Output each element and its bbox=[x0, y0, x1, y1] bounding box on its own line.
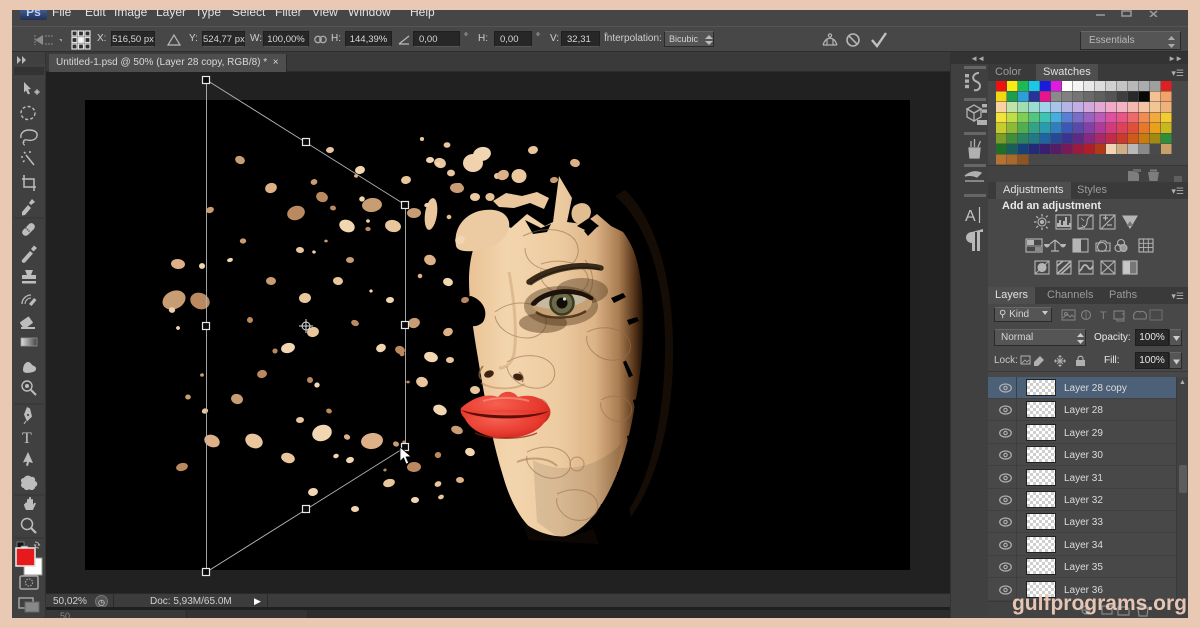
svg-text:T: T bbox=[1100, 310, 1107, 322]
svg-text:A: A bbox=[965, 208, 976, 225]
svg-text:T: T bbox=[22, 430, 32, 447]
